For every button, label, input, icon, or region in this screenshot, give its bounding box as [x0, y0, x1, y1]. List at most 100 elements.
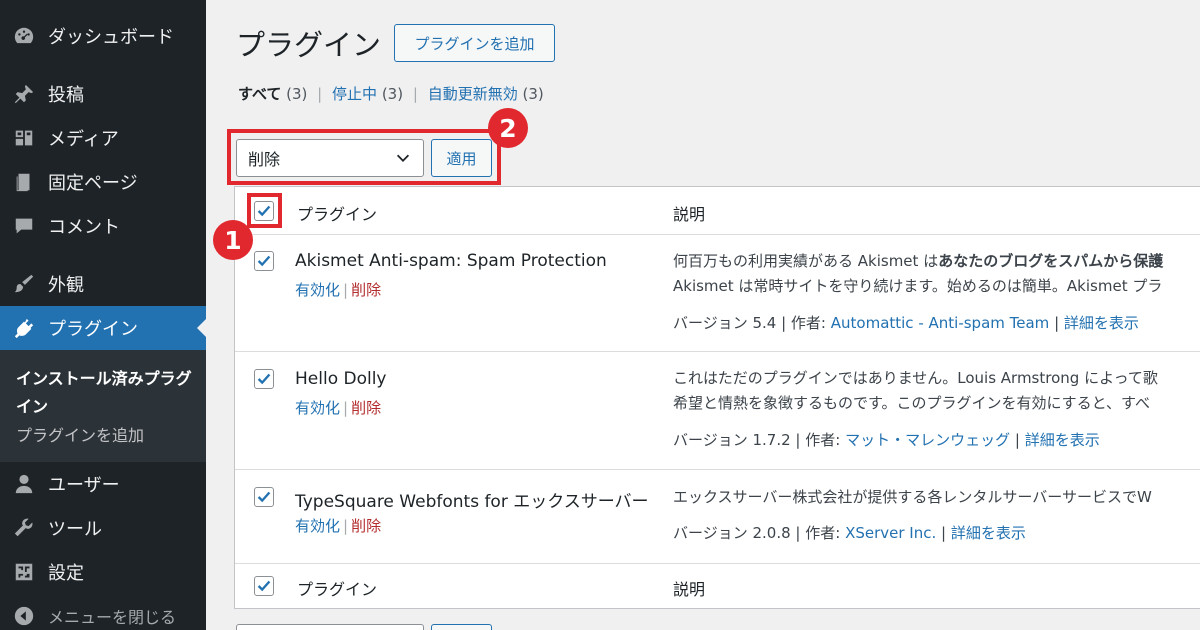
annotation-badge-2: 2: [488, 108, 528, 148]
wrench-icon: [12, 516, 36, 540]
filter-separator: |: [317, 85, 323, 103]
details-link[interactable]: 詳細を表示: [951, 524, 1026, 542]
sidebar-item-pages[interactable]: 固定ページ: [0, 160, 206, 204]
action-separator: |: [343, 281, 349, 299]
sidebar-collapse-menu[interactable]: メニューを閉じる: [0, 594, 206, 630]
description-line1: エックスサーバー株式会社が提供する各レンタルサーバーサービスでW: [673, 488, 1152, 506]
table-row: Hello Dolly 有効化 | 削除 これはただのプラグインではありません。Lo…: [235, 352, 1200, 470]
row-actions: 有効化 | 削除: [295, 279, 381, 300]
column-header-plugin[interactable]: プラグイン: [297, 201, 377, 225]
status-filters: すべて (3) | 停止中 (3) | 自動更新無効 (3): [238, 83, 544, 104]
plugin-description: エックスサーバー株式会社が提供する各レンタルサーバーサービスでW: [673, 485, 1200, 510]
bottom-bulk-action-select[interactable]: [236, 624, 424, 630]
sidebar-item-users[interactable]: ユーザー: [0, 462, 206, 506]
author-link[interactable]: Automattic - Anti-spam Team: [831, 314, 1050, 332]
sidebar-item-label: ダッシュボード: [48, 27, 174, 48]
plugins-table: プラグイン 説明 Akismet Anti-spam: Spam Protect…: [234, 186, 1200, 609]
submenu-installed-plugins[interactable]: インストール済みプラグイン: [16, 365, 196, 421]
row-checkbox[interactable]: [254, 487, 274, 507]
delete-link[interactable]: 削除: [351, 517, 381, 535]
filter-inactive[interactable]: 停止中: [332, 85, 377, 103]
description-line1: 何百万もの利用実績がある Akismet は: [673, 252, 939, 270]
bottom-apply-button[interactable]: [431, 624, 492, 630]
dashboard-icon: [12, 24, 36, 48]
filter-inactive-count: (3): [381, 85, 404, 103]
details-link[interactable]: 詳細を表示: [1025, 431, 1100, 449]
column-footer-plugin[interactable]: プラグイン: [297, 576, 377, 600]
check-icon: [257, 255, 271, 267]
meta-separator: |: [1014, 431, 1020, 449]
plugin-icon: [12, 316, 36, 340]
version-text: バージョン 5.4 | 作者:: [673, 314, 831, 332]
media-icon: [12, 126, 36, 150]
add-plugin-button[interactable]: プラグインを追加: [394, 24, 555, 62]
select-all-checkbox-footer[interactable]: [254, 576, 274, 596]
activate-link[interactable]: 有効化: [295, 399, 340, 417]
check-icon: [257, 491, 271, 503]
annotation-box-1: [247, 193, 282, 228]
page-icon: [12, 170, 36, 194]
filter-separator: |: [412, 85, 418, 103]
description-line1: これはただのプラグインではありません。Louis Armstrong によって歌: [673, 369, 1158, 387]
sidebar-item-label: コメント: [48, 217, 120, 238]
version-text: バージョン 1.7.2 | 作者:: [673, 431, 846, 449]
user-icon: [12, 472, 36, 496]
plugin-name: Akismet Anti-spam: Spam Protection: [295, 251, 607, 271]
plugin-name: Hello Dolly: [295, 369, 387, 389]
sidebar-item-settings[interactable]: 設定: [0, 550, 206, 594]
admin-sidebar: ダッシュボード 投稿 メディア 固定ページ コメント 外観 プラグイン インスト…: [0, 0, 206, 630]
table-footer-row: プラグイン 説明: [235, 564, 1200, 609]
row-actions: 有効化 | 削除: [295, 397, 381, 418]
author-link[interactable]: マット・マレンウェッグ: [845, 431, 1010, 449]
check-icon: [257, 580, 271, 592]
sidebar-item-tools[interactable]: ツール: [0, 506, 206, 550]
sidebar-item-posts[interactable]: 投稿: [0, 72, 206, 116]
plugin-name: TypeSquare Webfonts for エックスサーバー: [295, 492, 649, 512]
plugin-meta: バージョン 1.7.2 | 作者: マット・マレンウェッグ | 詳細を表示: [673, 429, 1100, 450]
sidebar-item-comments[interactable]: コメント: [0, 204, 206, 248]
annotation-badge-1: 1: [213, 220, 253, 260]
sidebar-item-label: メニューを閉じる: [48, 608, 177, 627]
sidebar-item-label: 設定: [48, 563, 84, 584]
author-link[interactable]: XServer Inc.: [845, 524, 936, 542]
filter-autoupdate-count: (3): [522, 85, 544, 103]
sidebar-item-label: 外観: [48, 275, 84, 296]
filter-all[interactable]: すべて: [238, 85, 281, 103]
sidebar-item-appearance[interactable]: 外観: [0, 262, 206, 306]
column-footer-description: 説明: [673, 580, 706, 599]
annotation-box-2: [227, 129, 501, 185]
plugin-description: 何百万もの利用実績がある Akismet はあなたのブログをスパムから保護 Ak…: [673, 249, 1200, 299]
sidebar-item-label: ユーザー: [48, 475, 120, 496]
check-icon: [257, 373, 271, 385]
comment-icon: [12, 214, 36, 238]
plugins-submenu: インストール済みプラグイン プラグインを追加: [0, 350, 206, 462]
row-checkbox[interactable]: [254, 369, 274, 389]
sidebar-item-media[interactable]: メディア: [0, 116, 206, 160]
filter-autoupdate-disabled[interactable]: 自動更新無効: [428, 85, 518, 103]
activate-link[interactable]: 有効化: [295, 281, 340, 299]
filter-all-count: (3): [286, 85, 308, 103]
settings-icon: [12, 560, 36, 584]
row-actions: 有効化 | 削除: [295, 515, 381, 536]
sidebar-item-label: メディア: [48, 129, 119, 150]
sidebar-item-label: 投稿: [48, 85, 84, 106]
activate-link[interactable]: 有効化: [295, 517, 340, 535]
delete-link[interactable]: 削除: [351, 281, 381, 299]
submenu-add-plugin[interactable]: プラグインを追加: [16, 422, 144, 446]
sidebar-item-label: プラグイン: [48, 319, 138, 340]
sidebar-item-plugins[interactable]: プラグイン: [0, 306, 206, 350]
pin-icon: [12, 82, 36, 106]
row-checkbox[interactable]: [254, 251, 274, 271]
table-header-row: プラグイン 説明: [235, 187, 1200, 235]
delete-link[interactable]: 削除: [351, 399, 381, 417]
meta-separator: |: [941, 524, 947, 542]
appearance-icon: [12, 272, 36, 296]
details-link[interactable]: 詳細を表示: [1064, 314, 1139, 332]
collapse-icon: [12, 604, 36, 628]
plugin-meta: バージョン 2.0.8 | 作者: XServer Inc. | 詳細を表示: [673, 522, 1026, 543]
sidebar-item-dashboard[interactable]: ダッシュボード: [0, 14, 206, 58]
plugin-meta: バージョン 5.4 | 作者: Automattic - Anti-spam T…: [673, 312, 1139, 333]
plugin-description: これはただのプラグインではありません。Louis Armstrong によって歌…: [673, 366, 1200, 416]
action-separator: |: [343, 517, 349, 535]
description-line2: 希望と情熱を象徴するものです。このプラグインを有効にすると、すべ: [673, 394, 1151, 412]
